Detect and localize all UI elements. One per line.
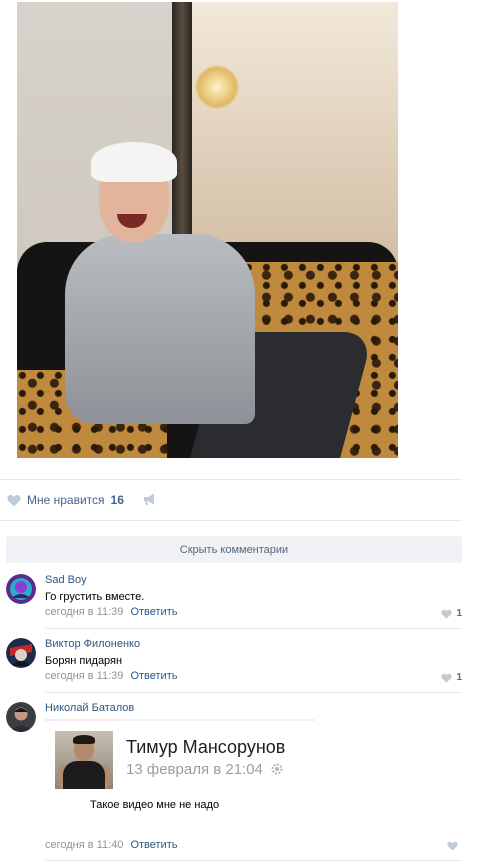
likes-count: 16 [110,493,124,507]
divider [45,860,462,861]
post-photo[interactable] [17,2,398,458]
comment-text: Борян пидарян [45,655,123,667]
avatar[interactable] [6,638,36,668]
reply-link[interactable]: Ответить [130,670,177,682]
comment-time[interactable]: сегодня в 11:40 [45,839,123,851]
reply-link[interactable]: Ответить [130,839,177,851]
comment-item: Николай Баталов Тимур Мансорунов 13 февр… [6,702,464,857]
comment-like-button[interactable]: 1 [441,608,462,619]
comment-author[interactable]: Николай Баталов [45,702,134,714]
photo-person-jacket [65,234,255,424]
comment-like-count: 1 [456,608,462,619]
hide-comments-button[interactable]: Скрыть комментарии [6,536,462,563]
comment-like-button[interactable] [447,841,462,851]
avatar-image-icon [6,702,36,732]
divider [0,520,462,521]
screenshot-date-text: 13 февраля в 21:04 [126,761,263,778]
avatar-image-icon [6,574,36,604]
heart-icon [441,673,452,683]
heart-icon [441,609,452,619]
screenshot-date: 13 февраля в 21:04 [126,761,283,778]
heart-icon [7,494,21,506]
comment-text: Го грустить вместе. [45,591,145,603]
screenshot-top-border [45,719,315,721]
comment-meta: сегодня в 11:39 Ответить [45,670,177,682]
share-megaphone-icon[interactable] [143,492,157,506]
comment-item: Sad Boy Го грустить вместе. сегодня в 11… [6,574,464,624]
comment-item: Виктор Филоненко Борян пидарян сегодня в… [6,638,464,688]
comment-like-count: 1 [456,672,462,683]
comment-time[interactable]: сегодня в 11:39 [45,670,123,682]
photo-chandelier [195,64,239,110]
gear-icon [271,763,283,775]
comment-meta: сегодня в 11:40 Ответить [45,839,177,851]
divider [0,479,462,480]
hide-comments-label: Скрыть комментарии [179,543,289,556]
reply-link[interactable]: Ответить [130,606,177,618]
comment-time[interactable]: сегодня в 11:39 [45,606,123,618]
comment-meta: сегодня в 11:39 Ответить [45,606,177,618]
photo-person-hair [91,142,177,182]
likes-label: Мне нравится [27,493,105,507]
photo-person-hair [73,735,95,744]
like-button[interactable]: Мне нравится 16 [7,491,124,509]
photo-person-body [63,761,105,789]
comment-like-button[interactable]: 1 [441,672,462,683]
comment-author[interactable]: Sad Boy [45,574,87,586]
avatar[interactable] [6,574,36,604]
avatar-image-icon [6,638,36,668]
divider [45,692,462,693]
screenshot-user-name: Тимур Мансорунов [126,737,286,757]
screenshot-text: Такое видео мне не надо [90,799,220,811]
screenshot-avatar-photo [55,731,113,789]
avatar[interactable] [6,702,36,732]
heart-icon [447,841,458,851]
attached-screenshot[interactable]: Тимур Мансорунов 13 февраля в 21:04 Тако… [45,719,315,819]
divider [45,628,462,629]
comment-author[interactable]: Виктор Филоненко [45,638,140,650]
